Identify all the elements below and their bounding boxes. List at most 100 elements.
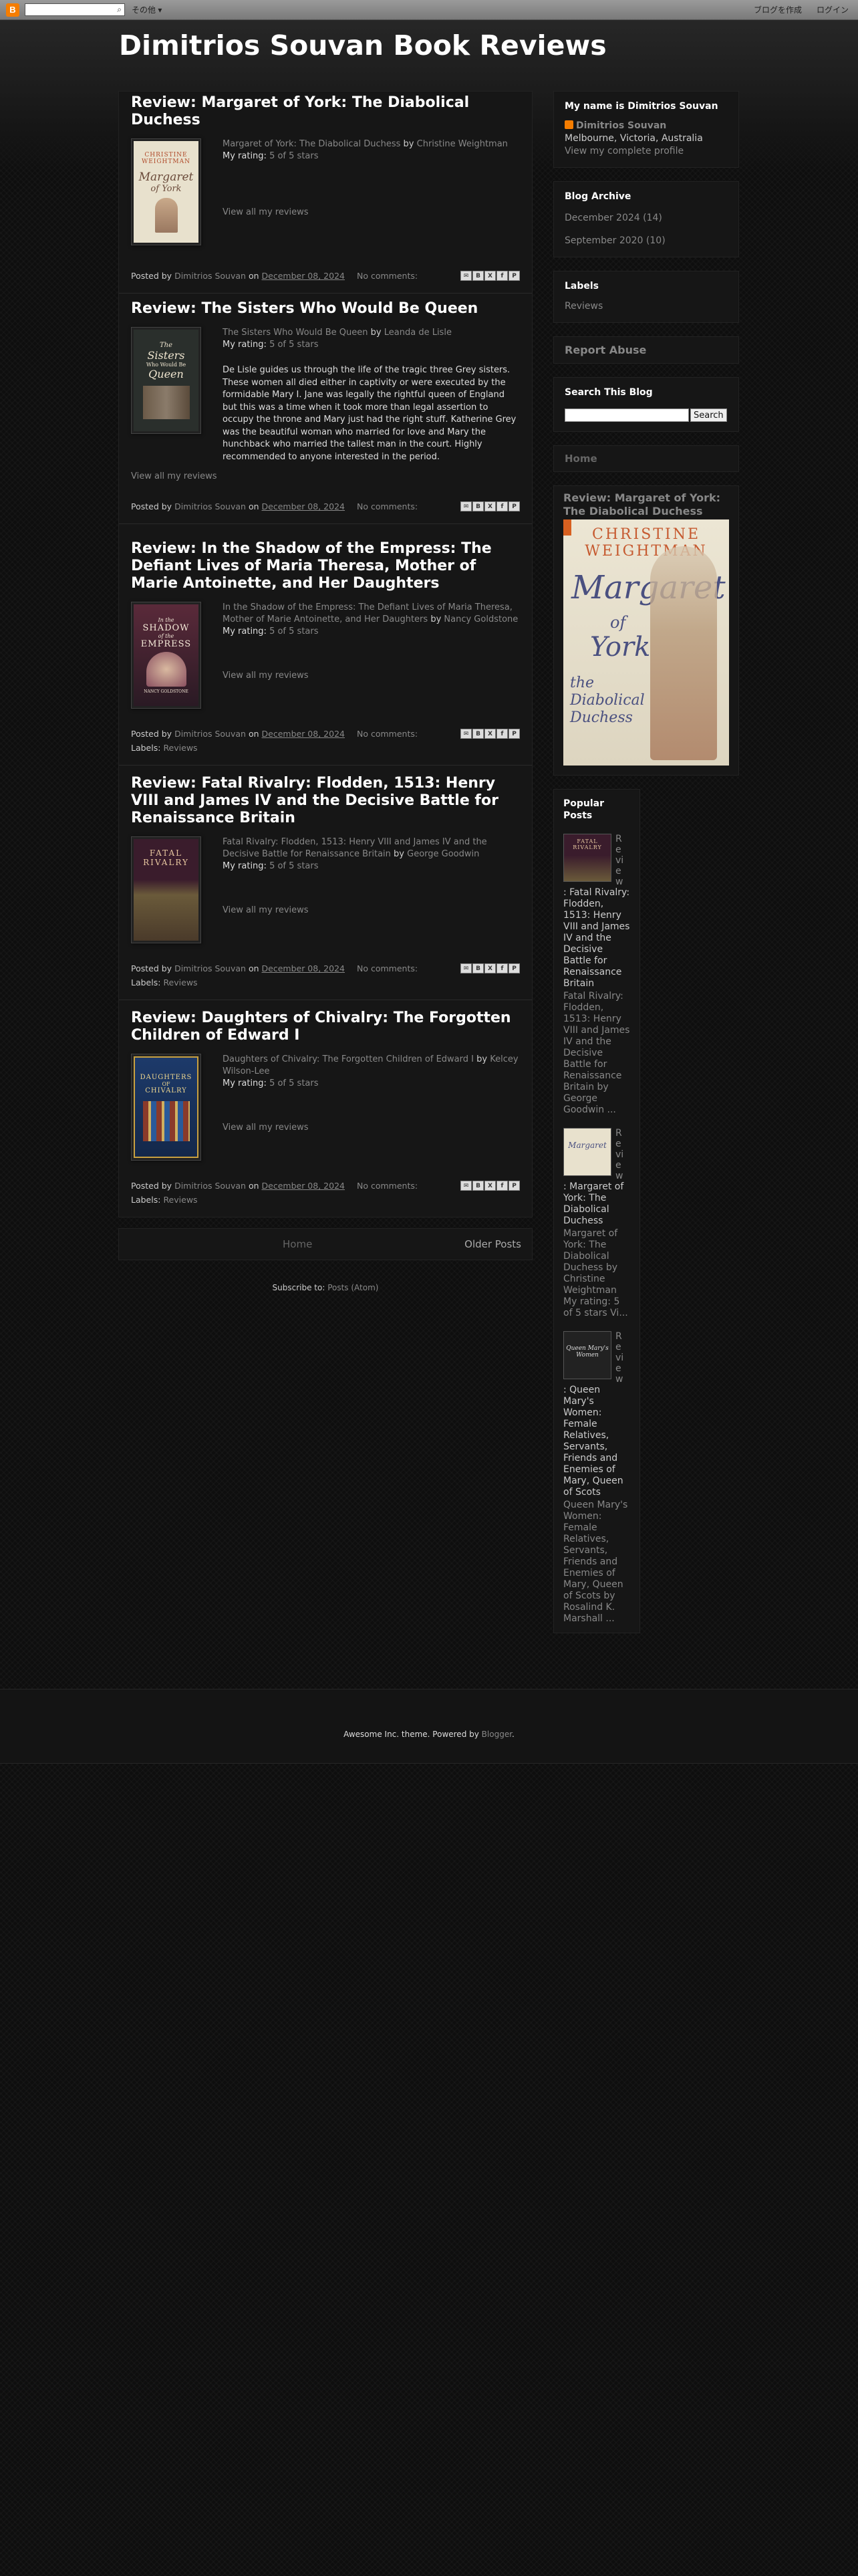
label-link[interactable]: Reviews (163, 977, 197, 987)
book-cover[interactable]: The Sisters Who Would Be Queen (131, 327, 201, 434)
book-title-link[interactable]: Margaret of York: The Diabolical Duchess (223, 139, 400, 149)
pinterest-share-icon[interactable]: P (509, 1181, 520, 1191)
search-icon[interactable]: ⌕ (117, 5, 122, 15)
post-title[interactable]: Review: Daughters of Chivalry: The Forgo… (131, 1010, 520, 1044)
pinterest-share-icon[interactable]: P (509, 963, 520, 973)
rating-link[interactable]: 5 of 5 stars (269, 861, 318, 871)
view-all-reviews-link[interactable]: View all my reviews (131, 471, 520, 481)
post-date-link[interactable]: December 08, 2024 (262, 729, 345, 739)
post-title[interactable]: Review: Margaret of York: The Diabolical… (131, 94, 520, 129)
book-title-link[interactable]: The Sisters Who Would Be Queen (223, 328, 368, 338)
author-link[interactable]: Leanda de Lisle (384, 328, 452, 338)
rating-link[interactable]: 5 of 5 stars (269, 340, 318, 350)
archive-month-link[interactable]: December 2024 (565, 213, 640, 223)
author-link[interactable]: Christine Weightman (417, 139, 508, 149)
comments-link[interactable]: No comments: (357, 963, 418, 973)
pinterest-share-icon[interactable]: P (509, 729, 520, 739)
popular-post-title[interactable]: : Queen Mary's Women: Female Relatives, … (563, 1385, 630, 1498)
facebook-share-icon[interactable]: f (496, 271, 508, 281)
book-title-link[interactable]: Daughters of Chivalry: The Forgotten Chi… (223, 1054, 474, 1064)
label-link[interactable]: Reviews (565, 300, 728, 313)
x-share-icon[interactable]: X (484, 729, 496, 739)
post-date-link[interactable]: December 08, 2024 (262, 963, 345, 973)
blogthis-share-icon[interactable]: B (472, 729, 484, 739)
view-all-reviews-link[interactable]: View all my reviews (223, 905, 520, 917)
x-share-icon[interactable]: X (484, 271, 496, 281)
author-link[interactable]: George Goodwin (407, 849, 479, 859)
x-share-icon[interactable]: X (484, 501, 496, 511)
featured-post-image[interactable]: CHRISTINE WEIGHTMAN Margaret of York the… (563, 519, 729, 766)
navbar-more-menu[interactable]: その他 ▾ (132, 4, 162, 15)
create-blog-link[interactable]: ブログを作成 (754, 4, 802, 15)
author-link[interactable]: Nancy Goldstone (444, 614, 518, 624)
author-profile-link[interactable]: Dimitrios Souvan (174, 963, 246, 973)
email-share-icon[interactable]: ✉ (460, 963, 472, 973)
popular-post-thumbnail[interactable]: Queen Mary's Women (563, 1331, 611, 1379)
view-all-reviews-link[interactable]: View all my reviews (223, 1122, 520, 1134)
author-profile-link[interactable]: Dimitrios Souvan (174, 1181, 246, 1191)
popular-post-link[interactable]: Review (615, 834, 625, 887)
book-cover[interactable]: In the SHADOW of the EMPRESS NANCY GOLDS… (131, 602, 201, 709)
report-abuse-link[interactable]: Report Abuse (565, 344, 728, 356)
home-link[interactable]: Home (565, 453, 728, 465)
post-date-link[interactable]: December 08, 2024 (262, 501, 345, 511)
pager-home-link[interactable]: Home (283, 1238, 312, 1250)
site-title[interactable]: Dimitrios Souvan Book Reviews (119, 29, 720, 62)
popular-post-title[interactable]: : Margaret of York: The Diabolical Duche… (563, 1181, 630, 1227)
book-cover[interactable]: FATAL RIVALRY (131, 836, 201, 943)
blogger-logo-icon[interactable]: B (6, 3, 19, 17)
pinterest-share-icon[interactable]: P (509, 501, 520, 511)
blogthis-share-icon[interactable]: B (472, 501, 484, 511)
login-link[interactable]: ログイン (817, 4, 849, 15)
popular-post-thumbnail[interactable]: FATAL RIVALRY (563, 834, 611, 882)
blogthis-share-icon[interactable]: B (472, 963, 484, 973)
x-share-icon[interactable]: X (484, 963, 496, 973)
facebook-share-icon[interactable]: f (496, 729, 508, 739)
archive-month-link[interactable]: September 2020 (565, 235, 643, 246)
comments-link[interactable]: No comments: (357, 271, 418, 281)
post-title[interactable]: Review: The Sisters Who Would Be Queen (131, 300, 520, 318)
search-button[interactable]: Search (690, 408, 727, 422)
pinterest-share-icon[interactable]: P (509, 271, 520, 281)
older-posts-link[interactable]: Older Posts (464, 1238, 521, 1250)
rating-link[interactable]: 5 of 5 stars (269, 1078, 318, 1088)
view-profile-link[interactable]: View my complete profile (565, 145, 728, 158)
popular-post-thumbnail[interactable]: Margaret (563, 1128, 611, 1176)
popular-post-link[interactable]: Review (615, 1128, 625, 1181)
comments-link[interactable]: No comments: (357, 501, 418, 511)
author-profile-link[interactable]: Dimitrios Souvan (174, 271, 246, 281)
rating-link[interactable]: 5 of 5 stars (269, 151, 318, 161)
view-all-reviews-link[interactable]: View all my reviews (223, 670, 520, 682)
popular-post-title[interactable]: : Fatal Rivalry: Flodden, 1513: Henry VI… (563, 887, 630, 989)
author-profile-link[interactable]: Dimitrios Souvan (174, 729, 246, 739)
blog-search-input[interactable] (565, 408, 689, 422)
post-title[interactable]: Review: Fatal Rivalry: Flodden, 1513: He… (131, 775, 520, 827)
facebook-share-icon[interactable]: f (496, 963, 508, 973)
post-title[interactable]: Review: In the Shadow of the Empress: Th… (131, 540, 520, 592)
author-profile-link[interactable]: Dimitrios Souvan (174, 501, 246, 511)
book-cover[interactable]: DAUGHTERS OF CHIVALRY (131, 1054, 201, 1161)
email-share-icon[interactable]: ✉ (460, 271, 472, 281)
facebook-share-icon[interactable]: f (496, 1181, 508, 1191)
comments-link[interactable]: No comments: (357, 729, 418, 739)
view-all-reviews-link[interactable]: View all my reviews (223, 207, 520, 219)
blogthis-share-icon[interactable]: B (472, 1181, 484, 1191)
x-share-icon[interactable]: X (484, 1181, 496, 1191)
atom-feed-link[interactable]: Posts (Atom) (327, 1283, 378, 1292)
navbar-search-input[interactable]: ⌕ (25, 3, 125, 16)
blogthis-share-icon[interactable]: B (472, 271, 484, 281)
email-share-icon[interactable]: ✉ (460, 1181, 472, 1191)
comments-link[interactable]: No comments: (357, 1181, 418, 1191)
label-link[interactable]: Reviews (163, 743, 197, 753)
facebook-share-icon[interactable]: f (496, 501, 508, 511)
email-share-icon[interactable]: ✉ (460, 501, 472, 511)
blogger-link[interactable]: Blogger (482, 1730, 512, 1739)
profile-name-link[interactable]: Dimitrios Souvan (576, 120, 666, 131)
rating-link[interactable]: 5 of 5 stars (269, 626, 318, 636)
email-share-icon[interactable]: ✉ (460, 729, 472, 739)
featured-post-title[interactable]: Review: Margaret of York: The Diabolical… (563, 491, 729, 518)
post-date-link[interactable]: December 08, 2024 (262, 271, 345, 281)
post-date-link[interactable]: December 08, 2024 (262, 1181, 345, 1191)
label-link[interactable]: Reviews (163, 1195, 197, 1205)
book-cover[interactable]: CHRISTINE WEIGHTMAN Margaret of York (131, 138, 201, 245)
